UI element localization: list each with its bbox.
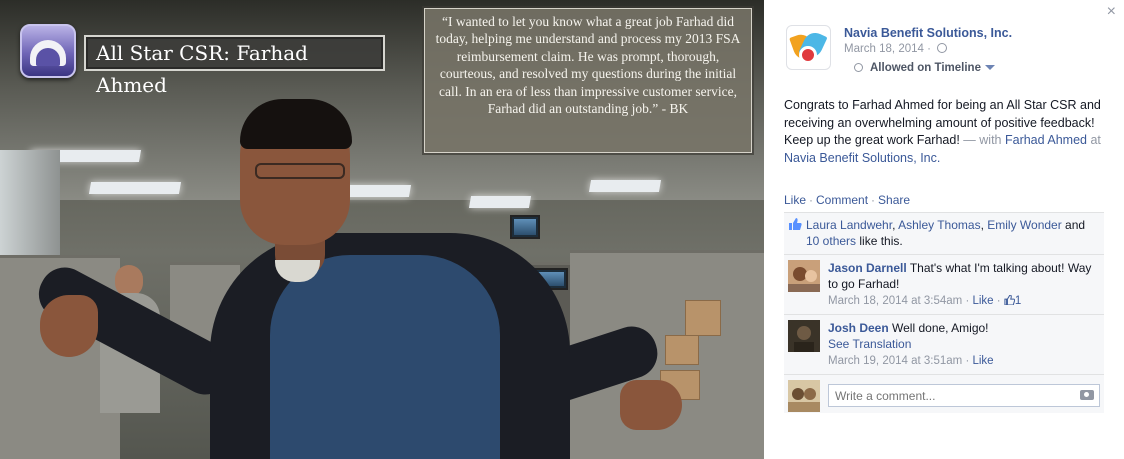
globe-icon <box>937 43 948 53</box>
post-date-text[interactable]: March 18, 2014 · <box>844 43 934 55</box>
like-link[interactable]: Like <box>784 193 806 207</box>
feedback-area: Laura Landwehr, Ashley Thomas, Emily Won… <box>784 212 1104 413</box>
customer-quote: “I wanted to let you know what a great j… <box>424 8 752 153</box>
circle-icon <box>854 63 863 72</box>
tagged-person-link[interactable]: Farhad Ahmed <box>1005 133 1087 147</box>
likes-and-text: and <box>1061 218 1086 232</box>
camera-icon[interactable] <box>1080 390 1094 400</box>
featured-employee <box>30 99 682 459</box>
with-text: — with <box>959 133 1002 147</box>
comment-like-count[interactable]: 1 <box>1015 295 1021 307</box>
avatar[interactable] <box>788 260 820 292</box>
share-link[interactable]: Share <box>878 193 910 207</box>
timeline-visibility-dropdown[interactable]: Allowed on Timeline <box>854 62 995 74</box>
page-avatar[interactable] <box>786 25 831 70</box>
post-actions: Like · Comment · Share <box>784 193 910 207</box>
comment-author-link[interactable]: Josh Deen <box>828 321 889 335</box>
likes-summary: Laura Landwehr, Ashley Thomas, Emily Won… <box>784 213 1104 255</box>
comment-date[interactable]: March 18, 2014 at 3:54am <box>828 295 962 307</box>
comment-like-link[interactable]: Like <box>972 295 993 307</box>
comment-meta: March 18, 2014 at 3:54am · Like · 1 <box>828 295 1022 307</box>
liker-link[interactable]: Ashley Thomas <box>898 218 980 232</box>
post-message: Congrats to Farhad Ahmed for being an Al… <box>784 97 1104 167</box>
comment-link[interactable]: Comment <box>816 193 868 207</box>
comment-like-link[interactable]: Like <box>972 355 993 367</box>
all-star-logo-icon <box>20 24 76 78</box>
comment-author-link[interactable]: Jason Darnell <box>828 261 907 275</box>
comment-input[interactable] <box>828 384 1100 407</box>
post-photo[interactable]: All Star CSR: Farhad Ahmed “I wanted to … <box>0 0 764 459</box>
post-date[interactable]: March 18, 2014 · <box>844 43 948 55</box>
see-translation-link[interactable]: See Translation <box>828 337 911 351</box>
avatar <box>788 380 820 412</box>
avatar[interactable] <box>788 320 820 352</box>
photo-title: All Star CSR: Farhad Ahmed <box>84 35 385 97</box>
comment-item: Jason Darnell That's what I'm talking ab… <box>784 255 1104 315</box>
thumbs-up-icon <box>789 218 802 230</box>
separator: · <box>809 193 814 207</box>
cardboard-box <box>685 300 721 336</box>
likes-tail-text: like this. <box>856 234 903 248</box>
comment-text: Well done, Amigo! <box>888 321 989 335</box>
tagged-place-link[interactable]: Navia Benefit Solutions, Inc. <box>784 151 940 165</box>
comment-date[interactable]: March 19, 2014 at 3:51am <box>828 355 962 367</box>
comment-composer <box>784 375 1104 413</box>
comment-meta: March 19, 2014 at 3:51am · Like <box>828 355 994 367</box>
post-sidebar: × Navia Benefit Solutions, Inc. March 18… <box>764 0 1124 459</box>
close-icon[interactable]: × <box>1107 4 1116 20</box>
page-name-link[interactable]: Navia Benefit Solutions, Inc. <box>844 26 1012 40</box>
others-link[interactable]: 10 others <box>806 234 856 248</box>
liker-link[interactable]: Emily Wonder <box>987 218 1061 232</box>
thumbs-up-icon <box>1004 295 1015 305</box>
at-text: at <box>1086 133 1101 147</box>
timeline-label: Allowed on Timeline <box>870 62 981 74</box>
chevron-down-icon <box>984 65 995 70</box>
liker-link[interactable]: Laura Landwehr <box>806 218 892 232</box>
comment-item: Josh Deen Well done, Amigo! See Translat… <box>784 315 1104 375</box>
separator: · <box>871 193 876 207</box>
